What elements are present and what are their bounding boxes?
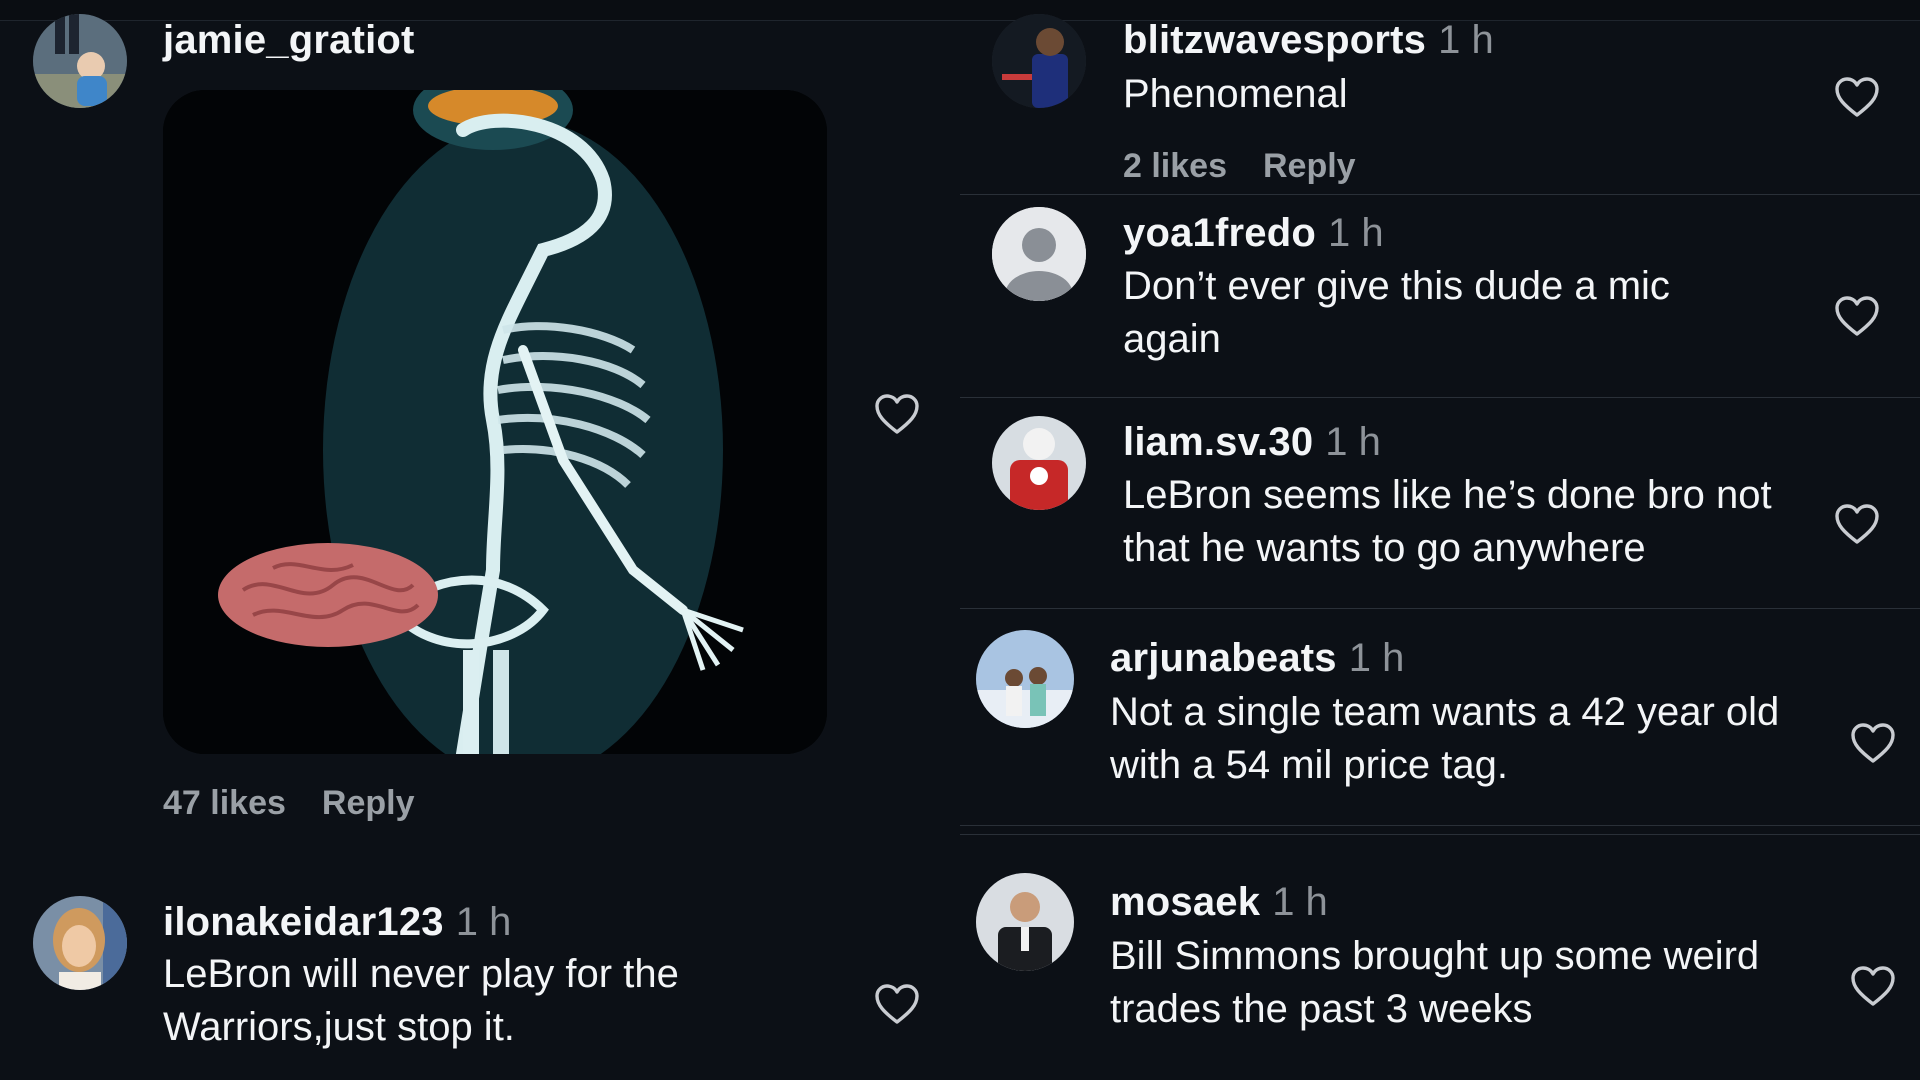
comment-time: 1 h [1327,211,1384,255]
like-heart-icon-arjuna[interactable] [1850,722,1896,764]
comment-header-blitz: blitzwavesports 1 h [1123,18,1494,63]
default-user-icon [992,207,1086,301]
comment-header-arjuna: arjunabeats 1 h [1110,636,1404,681]
comment-text: Not a single team wants a 42 year old wi… [1110,690,1780,787]
comment-text: LeBron seems like he’s done bro not that… [1123,473,1772,570]
post-meta: 47 likes Reply [163,784,450,823]
left-comment-column: jamie_gratiot 47 likes Reply ilonakeidar… [0,0,960,1080]
like-heart-icon-yoa[interactable] [1834,295,1880,337]
divider [960,397,1920,398]
divider [960,608,1920,609]
avatar-mosaek[interactable] [976,873,1074,971]
comment-username[interactable]: mosaek [1110,880,1260,924]
divider [960,834,1920,835]
comment-header-liam: liam.sv.30 1 h [1123,420,1381,465]
like-heart-icon-ilona[interactable] [874,983,920,1025]
avatar-jamie-gratiot[interactable] [33,14,127,108]
comment-username[interactable]: yoa1fredo [1123,211,1316,255]
comment-username[interactable]: liam.sv.30 [1123,420,1313,464]
comment-header-ilona: ilonakeidar123 1 h [163,900,511,945]
avatar-blitzwavesports[interactable] [992,14,1086,108]
avatar-ilonakeidar123[interactable] [33,896,127,990]
comment-time: 1 h [1272,880,1328,924]
comment-header-mosaek: mosaek 1 h [1110,880,1328,925]
comment-likes-count[interactable]: 2 likes [1123,147,1227,185]
like-heart-icon-liam[interactable] [1834,503,1880,545]
comment-text: Don’t ever give this dude a mic again [1123,264,1670,361]
comment-reply-button[interactable]: Reply [1263,147,1356,185]
post-username[interactable]: jamie_gratiot [163,18,415,63]
like-heart-icon-post[interactable] [874,393,920,435]
like-heart-icon-mosaek[interactable] [1850,965,1896,1007]
divider [960,825,1920,826]
comment-header-yoa: yoa1fredo 1 h [1123,211,1384,256]
comment-time: 1 h [455,900,512,944]
comment-username[interactable]: arjunabeats [1110,636,1337,680]
divider [960,194,1920,195]
comment-time: 1 h [1325,420,1381,464]
avatar-liam-sv-30[interactable] [992,416,1086,510]
skeleton-gif-image[interactable] [163,90,827,754]
comment-username[interactable]: ilonakeidar123 [163,900,444,944]
post-reply-button[interactable]: Reply [322,784,415,822]
comment-text: LeBron will never play for the Warriors,… [163,952,679,1049]
comment-text: Bill Simmons brought up some weird trade… [1110,934,1760,1031]
comment-text: Phenomenal [1123,72,1348,116]
comment-time: 1 h [1348,636,1405,680]
comment-meta: 2 likes Reply [1123,147,1392,186]
like-heart-icon-blitz[interactable] [1834,76,1880,118]
avatar-arjunabeats[interactable] [976,630,1074,728]
avatar-yoa1fredo[interactable] [992,207,1086,301]
post-likes-count[interactable]: 47 likes [163,784,286,822]
right-comment-column: blitzwavesports 1 h Phenomenal 2 likes Rep… [960,0,1920,1080]
comment-username[interactable]: blitzwavesports [1123,18,1426,62]
comment-time: 1 h [1438,18,1494,62]
